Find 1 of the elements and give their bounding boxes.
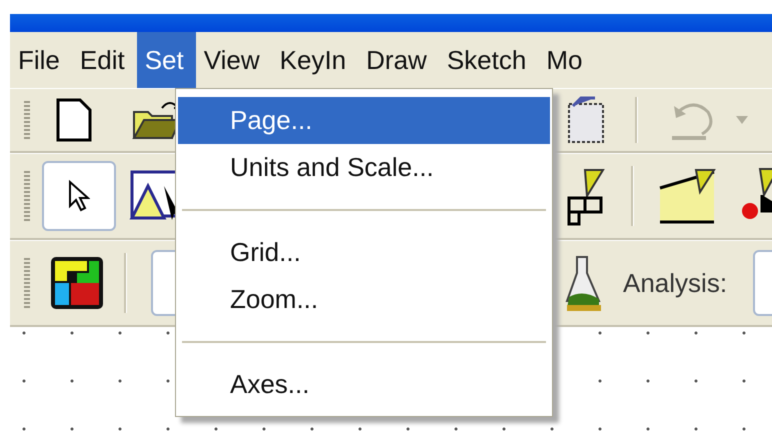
analysis-label: Analysis:: [623, 268, 728, 298]
